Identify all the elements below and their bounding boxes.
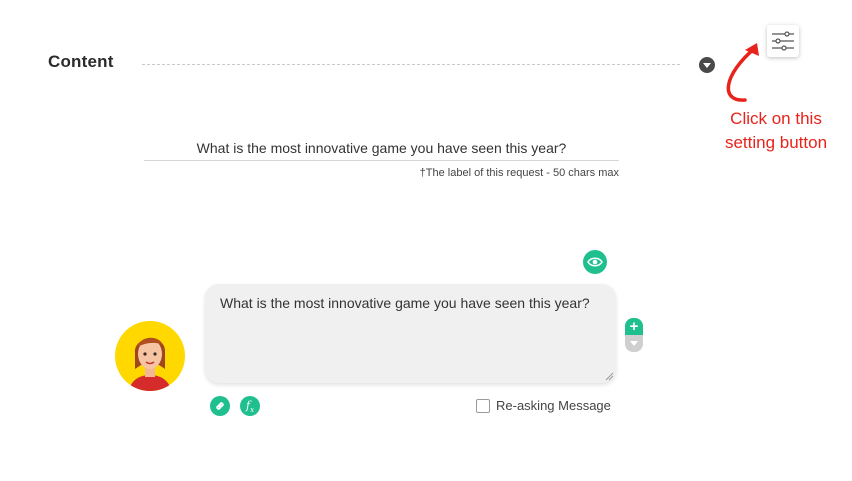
avatar	[115, 321, 185, 391]
request-label-input[interactable]	[144, 136, 619, 161]
reasking-label[interactable]: Re-asking Message	[496, 398, 611, 413]
section-title: Content	[48, 52, 114, 71]
annotation-arrow-icon	[726, 43, 759, 102]
annotation-text: Click on this setting button	[700, 107, 852, 155]
preview-button[interactable]	[583, 250, 607, 274]
label-hint: †The label of this request - 50 chars ma…	[419, 167, 619, 179]
resize-grip-icon[interactable]	[605, 372, 614, 381]
function-button[interactable]: fx	[240, 396, 260, 416]
link-button[interactable]	[210, 396, 230, 416]
message-text[interactable]: What is the most innovative game you hav…	[220, 293, 600, 314]
link-icon	[216, 402, 224, 410]
annotation-line-1: Click on this	[730, 109, 822, 128]
annotation-line-2: setting button	[724, 133, 828, 152]
reasking-checkbox[interactable]	[476, 399, 490, 413]
woman-avatar-icon	[129, 337, 171, 391]
fx-icon: fx	[245, 399, 255, 415]
message-bubble[interactable]: What is the most innovative game you hav…	[205, 284, 616, 383]
eye-icon	[587, 257, 603, 267]
collapse-caret-icon[interactable]	[699, 57, 715, 73]
message-options-caret-icon[interactable]	[625, 335, 643, 352]
section-divider	[142, 64, 680, 65]
add-message-button[interactable]: +	[625, 318, 643, 335]
